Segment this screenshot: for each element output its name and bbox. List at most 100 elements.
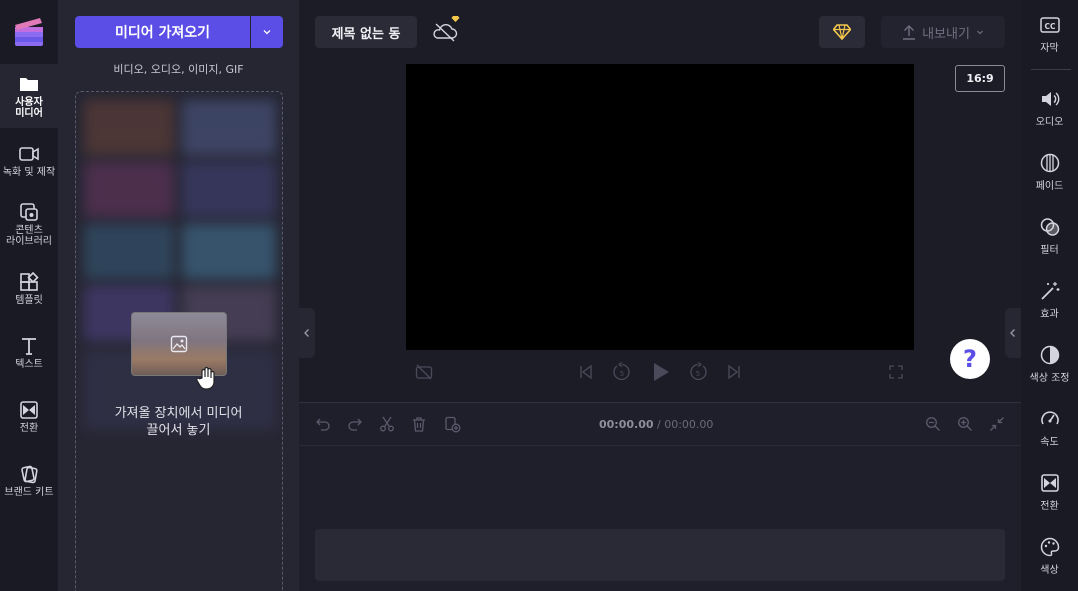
right-item-transition[interactable]: 전환 — [1021, 472, 1078, 512]
svg-text:5: 5 — [696, 370, 700, 378]
rewind-5-icon: 5 — [613, 362, 630, 381]
zoom-in-button[interactable] — [954, 413, 976, 435]
drop-instructions-line2: 끌어서 놓기 — [146, 423, 211, 438]
import-options-dropdown[interactable] — [251, 16, 283, 48]
duplicate-button[interactable] — [441, 413, 463, 435]
play-icon — [654, 363, 669, 381]
grab-hand-icon — [196, 366, 215, 390]
right-item-fade[interactable]: 페이드 — [1021, 152, 1078, 192]
drop-instructions: 가져올 장치에서 미디어 끌어서 놓기 — [76, 405, 281, 439]
diamond-icon — [833, 24, 851, 40]
app-logo[interactable] — [0, 0, 58, 64]
timeline-divider — [299, 445, 1021, 446]
play-button[interactable] — [649, 360, 673, 384]
split-button[interactable] — [376, 413, 398, 435]
import-hint: 비디오, 오디오, 이미지, GIF — [113, 63, 244, 76]
forward-5s-button[interactable]: 5 — [686, 360, 710, 384]
nav-label: 전환 — [19, 422, 39, 434]
camera-off-icon — [415, 364, 433, 380]
right-item-speed[interactable]: 속도 — [1021, 408, 1078, 448]
delete-button[interactable] — [408, 413, 430, 435]
nav-label: 템플릿 — [15, 294, 43, 306]
trash-icon — [413, 417, 425, 432]
chevron-down-icon — [263, 30, 271, 35]
right-item-captions[interactable]: CC 자막 — [1021, 14, 1078, 54]
folder-icon — [20, 78, 38, 91]
transitions-icon — [20, 400, 38, 419]
aspect-ratio-button[interactable]: 16:9 — [955, 65, 1005, 92]
upload-icon — [903, 25, 916, 40]
nav-record-create[interactable]: 녹화 및 제작 — [0, 128, 58, 192]
fullscreen-button[interactable] — [884, 360, 908, 384]
clipchamp-logo-icon — [15, 18, 43, 46]
right-item-label: 페이드 — [1035, 181, 1064, 192]
captions-icon: CC — [1039, 17, 1060, 33]
question-mark-icon: ? — [963, 345, 977, 373]
right-item-label: 오디오 — [1035, 117, 1064, 128]
current-time: 00:00.00 — [599, 418, 654, 431]
right-item-label: 색상 조정 — [1029, 373, 1070, 384]
right-item-color-adjust[interactable]: 색상 조정 — [1021, 344, 1078, 384]
undo-icon — [316, 418, 330, 431]
right-item-filters[interactable]: 필터 — [1021, 216, 1078, 256]
redo-icon — [348, 418, 362, 431]
player-controls: 5 5 — [406, 360, 914, 386]
media-panel: 미디어 가져오기 비디오, 오디오, 이미지, GIF 가져올 장치에서 미디어… — [58, 0, 299, 591]
image-icon — [170, 335, 188, 353]
brand-kit-icon — [21, 465, 38, 483]
fit-timeline-button[interactable] — [986, 413, 1008, 435]
nav-transitions[interactable]: 전환 — [0, 384, 58, 448]
timeline: 00:00.00 / 00:00.00 — [299, 402, 1021, 591]
color-palette-icon — [1040, 537, 1059, 557]
skip-forward-button[interactable] — [722, 360, 746, 384]
undo-button[interactable] — [312, 413, 334, 435]
right-item-color[interactable]: 색상 — [1021, 536, 1078, 576]
rewind-5s-button[interactable]: 5 — [610, 360, 634, 384]
skip-back-button[interactable] — [574, 360, 598, 384]
right-item-label: 자막 — [1040, 43, 1059, 54]
right-item-label: 전환 — [1040, 501, 1059, 512]
import-media-button[interactable]: 미디어 가져오기 — [75, 16, 250, 48]
text-icon — [22, 337, 36, 355]
duplicate-add-icon — [444, 416, 460, 432]
chevron-down-icon — [976, 30, 983, 35]
export-label: 내보내기 — [922, 26, 970, 42]
nav-templates[interactable]: 템플릿 — [0, 256, 58, 320]
zoom-out-button[interactable] — [922, 413, 944, 435]
right-item-audio[interactable]: 오디오 — [1021, 88, 1078, 128]
right-item-effects[interactable]: 효과 — [1021, 280, 1078, 320]
hide-preview-button[interactable] — [412, 360, 436, 384]
media-drop-zone[interactable]: 가져올 장치에서 미디어 끌어서 놓기 — [75, 91, 283, 591]
nav-label: 콘텐츠 라이브러리 — [6, 225, 52, 247]
project-title[interactable]: 제목 없는 동 — [315, 16, 417, 48]
help-button[interactable]: ? — [950, 339, 990, 379]
speedometer-icon — [1040, 411, 1059, 425]
nav-text[interactable]: 텍스트 — [0, 320, 58, 384]
timeline-track[interactable] — [315, 529, 1005, 581]
right-item-label: 효과 — [1040, 309, 1059, 320]
total-time: 00:00.00 — [664, 418, 714, 431]
chevron-left-icon — [304, 329, 309, 337]
left-nav: 사용자 미디어 녹화 및 제작 콘텐츠 라이브러리 템플릿 텍스트 전환 브랜드… — [0, 0, 58, 591]
redo-button[interactable] — [344, 413, 366, 435]
app-window: 사용자 미디어 녹화 및 제작 콘텐츠 라이브러리 템플릿 텍스트 전환 브랜드… — [0, 0, 1078, 591]
collapse-right-panel-button[interactable] — [1005, 308, 1021, 358]
export-button[interactable]: 내보내기 — [881, 16, 1005, 48]
collapse-left-panel-button[interactable] — [299, 308, 315, 358]
blurred-media-preview — [84, 100, 276, 520]
nav-label: 사용자 미디어 — [15, 97, 43, 119]
filters-icon — [1040, 218, 1059, 236]
magic-wand-icon — [1040, 282, 1059, 300]
time-separator: / — [653, 418, 665, 431]
nav-brand-kit[interactable]: 브랜드 키트 — [0, 448, 58, 512]
zoom-in-icon — [958, 417, 972, 431]
cloud-offline-premium-icon[interactable] — [428, 14, 462, 48]
nav-content-library[interactable]: 콘텐츠 라이브러리 — [0, 192, 58, 256]
chevron-left-icon — [1010, 329, 1015, 337]
nav-your-media[interactable]: 사용자 미디어 — [0, 64, 58, 128]
right-item-label: 속도 — [1040, 437, 1059, 448]
templates-icon — [20, 271, 39, 291]
premium-upgrade-button[interactable] — [819, 16, 865, 48]
svg-text:CC: CC — [1044, 22, 1056, 31]
skip-to-start-icon — [580, 364, 592, 380]
